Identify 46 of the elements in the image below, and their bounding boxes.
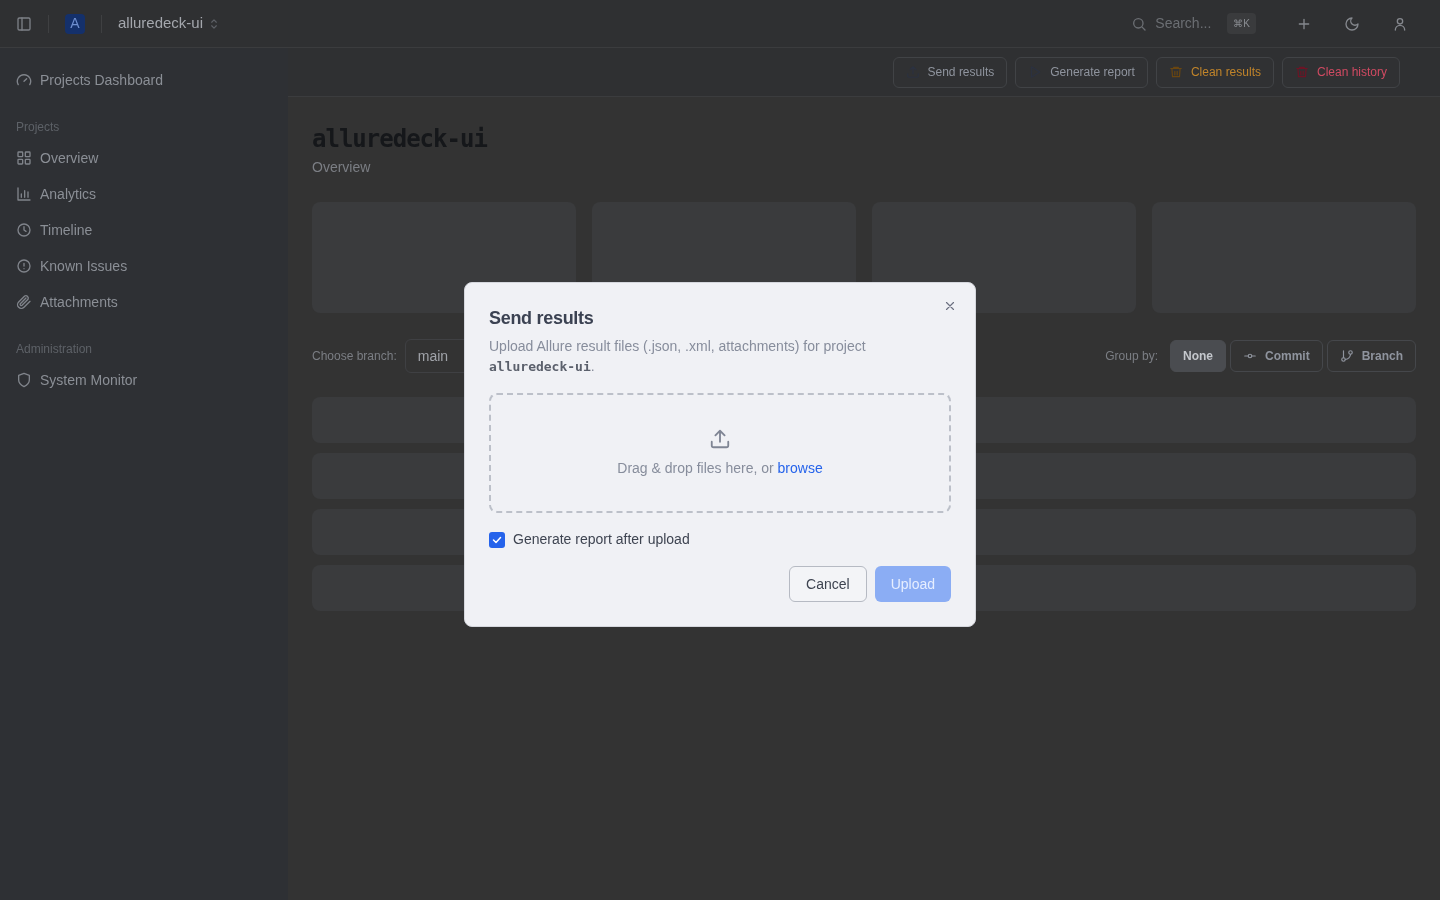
sidebar-item[interactable]: System Monitor [16, 362, 272, 398]
close-icon [943, 299, 957, 313]
toolbar-button[interactable]: Clean history [1281, 56, 1400, 88]
branch-label: Choose branch: [312, 348, 397, 365]
cancel-button[interactable]: Cancel [789, 566, 867, 602]
group-by-label: Group by: [1105, 348, 1158, 365]
browse-link[interactable]: browse [777, 459, 823, 476]
search-field[interactable]: Search... ⌘K [1131, 13, 1256, 34]
group-by-option[interactable]: Commit [1230, 340, 1323, 372]
checkbox[interactable] [489, 531, 505, 548]
sidebar-item[interactable]: Overview [16, 140, 272, 176]
clock-icon [16, 222, 32, 238]
page-subtitle: Overview [312, 158, 372, 177]
paperclip-icon [16, 294, 32, 310]
bar-chart-icon [16, 186, 32, 202]
project-switcher[interactable]: alluredeck-ui [118, 12, 222, 35]
gauge-icon [16, 72, 32, 88]
upload-icon [709, 427, 731, 450]
sidebar-item[interactable]: Timeline [16, 212, 272, 248]
panel-icon [16, 15, 32, 32]
toolbar-button[interactable]: Send results [892, 56, 1008, 88]
checkbox-label: Generate report after upload [513, 530, 690, 549]
search-icon [1131, 15, 1148, 32]
alert-icon [16, 258, 32, 274]
sidebar-item[interactable]: Known Issues [16, 248, 272, 284]
shortcut-hint: ⌘K [1227, 13, 1256, 34]
moon-icon [1344, 15, 1360, 32]
group-by-option[interactable]: Branch [1326, 340, 1416, 372]
toolbar-button[interactable]: Clean results [1155, 56, 1274, 88]
sidebar-item[interactable]: Attachments [16, 284, 272, 320]
drop-zone-text: Drag & drop files here, or browse [617, 458, 823, 478]
toolbar-button[interactable]: Generate report [1015, 56, 1148, 88]
shield-icon [16, 372, 32, 388]
logo-icon: A [65, 13, 85, 34]
sidebar-toggle-button[interactable] [16, 15, 32, 32]
grid-icon [16, 150, 32, 166]
sidebar-item[interactable]: Projects Dashboard [16, 62, 272, 98]
drop-zone[interactable]: Drag & drop files here, or browse [489, 393, 951, 513]
sidebar-item[interactable]: Analytics [16, 176, 272, 212]
trash-icon [1168, 65, 1183, 79]
user-icon [1392, 15, 1408, 32]
dialog-title: Send results [489, 307, 595, 330]
dialog-description: Upload Allure result files (.json, .xml, attachments) for project alluredeck-ui. [489, 337, 867, 376]
trash-icon [1294, 65, 1309, 79]
branch-icon [1339, 349, 1354, 363]
group-by-option[interactable]: None [1170, 340, 1226, 372]
